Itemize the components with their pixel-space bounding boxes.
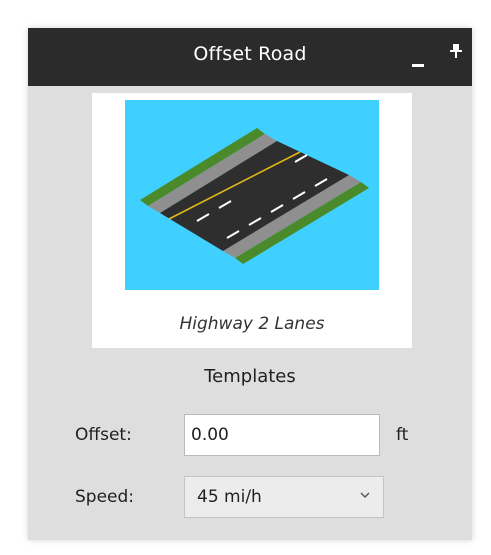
minimize-button[interactable] [406,42,432,72]
offset-unit: ft [396,425,409,445]
offset-input[interactable] [184,414,380,456]
speed-label: Speed: [75,487,135,507]
offset-label: Offset: [75,425,132,445]
road-template-image [140,128,369,264]
pin-button[interactable] [446,42,466,72]
template-name: Highway 2 Lanes [179,314,325,334]
speed-value: 45 mi/h [197,487,262,507]
speed-dropdown[interactable]: 45 mi/h [184,476,384,518]
templates-label: Templates [204,366,296,387]
offset-road-panel: Offset Road Highway 2 Lanes Templates Of… [28,28,472,540]
pin-icon [450,44,462,58]
minimize-icon [412,64,424,67]
chevron-down-icon [360,492,370,498]
panel-titlebar[interactable]: Offset Road [28,28,472,86]
template-thumbnail [125,100,379,290]
template-preview-card[interactable]: Highway 2 Lanes [92,93,412,348]
